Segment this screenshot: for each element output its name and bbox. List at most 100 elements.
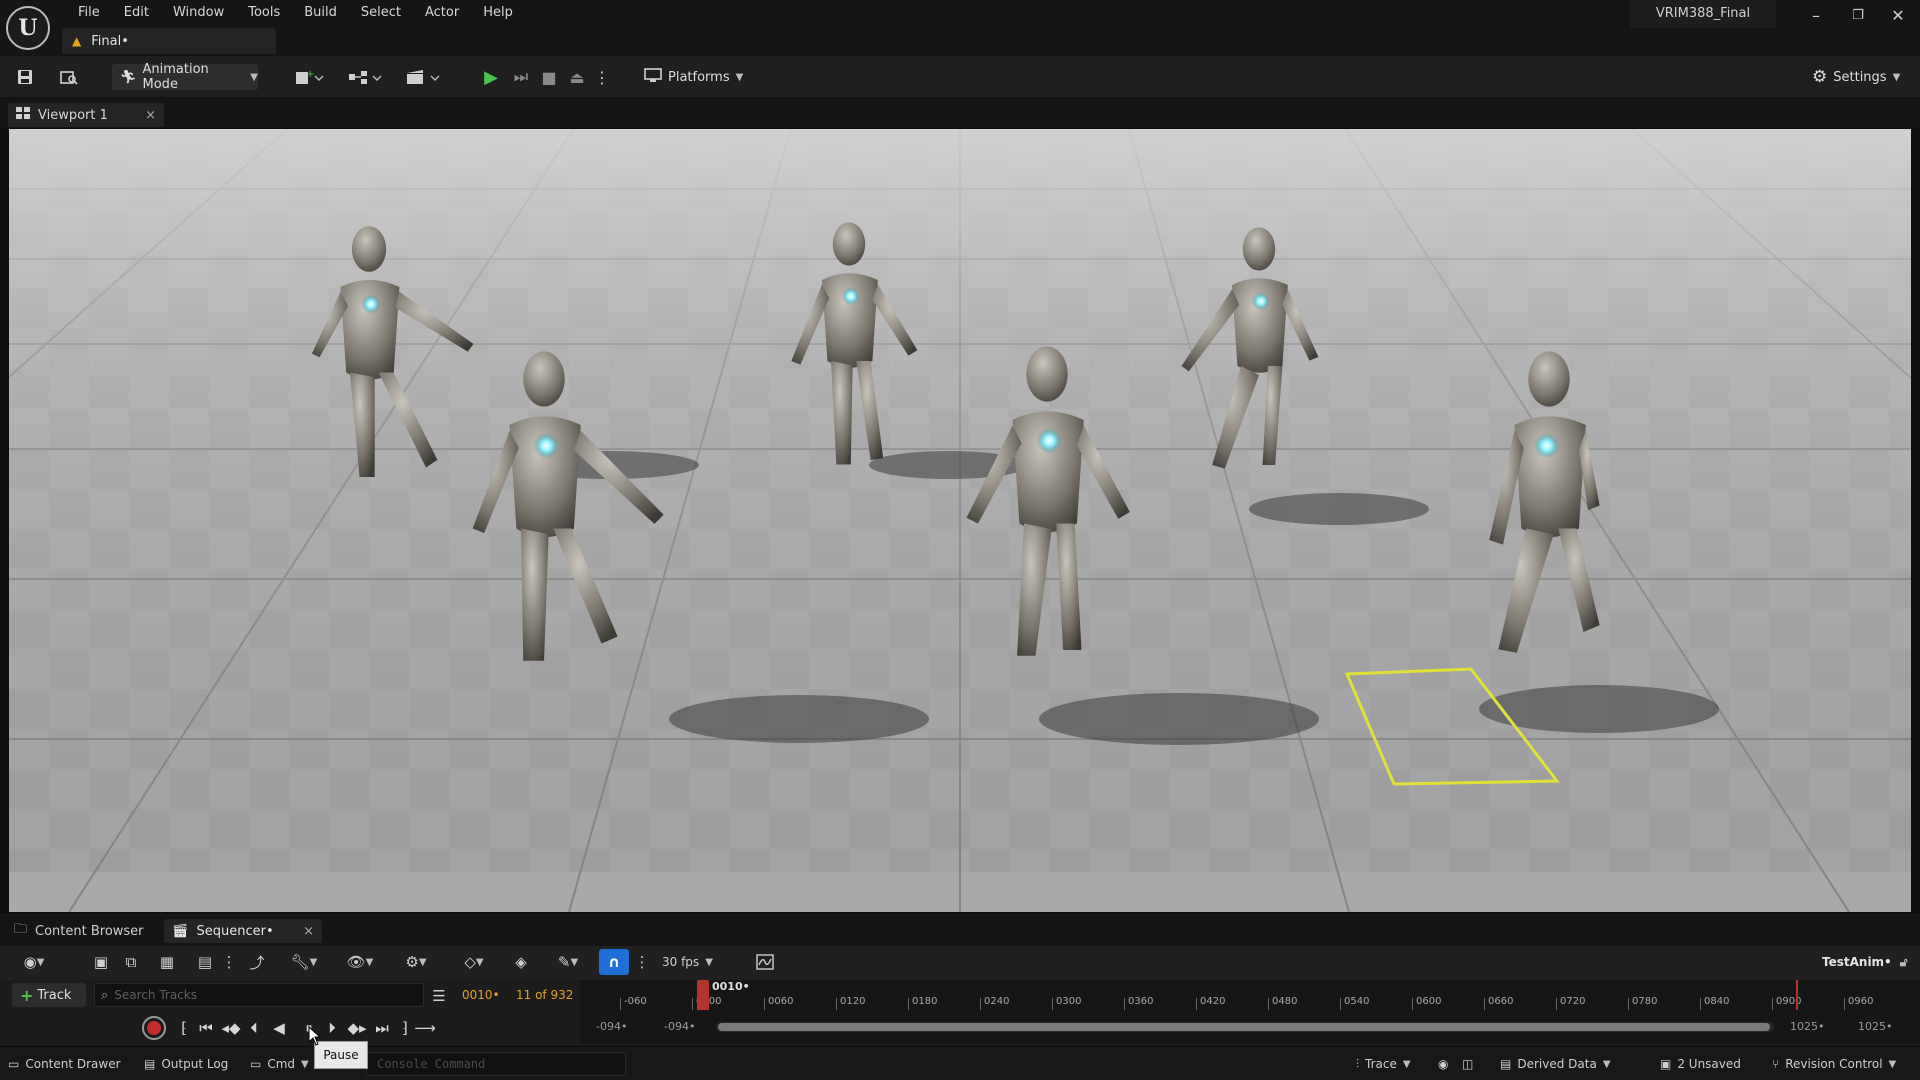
derived-data-dropdown[interactable]: ▤ Derived Data ▼ [1500,1052,1611,1076]
eye-icon[interactable]: 👁︎ ▼ [340,950,380,974]
console-command-input[interactable] [377,1053,617,1075]
output-log-button[interactable]: ▤ Output Log [144,1052,228,1076]
view-range-end[interactable]: 1025• [1790,1020,1824,1033]
content-drawer-button[interactable]: ▭ Content Drawer [8,1052,121,1076]
more-options-icon[interactable]: ⋮ [594,66,610,88]
render-movie-icon[interactable]: ▦ [156,950,178,974]
save-sequence-icon[interactable]: ▣ [90,950,112,974]
ruler-tick-mark [1844,998,1845,1010]
timeline-scrollbar-thumb[interactable] [718,1023,1770,1031]
unsaved-label: 2 Unsaved [1677,1057,1741,1071]
drawer-icon: ▭ [8,1057,20,1071]
platforms-dropdown[interactable]: Platforms ▼ [644,64,744,90]
range-end[interactable]: 1025• [1858,1020,1892,1033]
ruler-tick-mark [1772,998,1773,1010]
pen-icon[interactable]: ✎ ▼ [548,950,588,974]
play-reverse-icon[interactable]: ◀ [270,1016,288,1040]
menu-tools[interactable]: Tools [236,3,292,23]
close-button[interactable]: ✕ [1876,0,1920,32]
snap-toggle[interactable]: ∩ [599,949,629,975]
previous-key-icon[interactable]: ◂◆ [220,1016,242,1040]
step-forward-icon[interactable]: ⏵ [324,1016,340,1040]
tab-content-browser[interactable]: 🗀 Content Browser [6,919,158,943]
playback-options-icon[interactable]: ⚙ ▼ [396,950,436,974]
unreal-logo-icon[interactable]: U [6,6,50,50]
ruler-tick-label: 0720 [1560,996,1586,1007]
loop-icon[interactable]: ⟶ [414,1016,436,1040]
curve-editor-icon[interactable]: ⤴ [246,950,268,974]
menu-help[interactable]: Help [471,3,525,23]
lock-icon[interactable]: 🔓︎ [1900,955,1908,970]
level-viewport[interactable] [9,129,1911,912]
jump-to-start-icon[interactable]: ⏮ [196,1016,216,1040]
settings-dropdown[interactable]: ⚙ Settings ▼ [1812,64,1912,90]
ruler-tick-mark [1628,998,1629,1010]
play-icon[interactable]: ▶ [480,66,502,88]
current-frame[interactable]: 0010• [462,988,500,1002]
world-icon[interactable]: ◉ ▼ [14,950,54,974]
playhead-label: 0010• [712,980,750,993]
menu-select[interactable]: Select [349,3,413,23]
fps-dropdown[interactable]: 30 fps ▼ [662,950,713,974]
search-tracks-input[interactable] [114,988,405,1002]
filter-icon[interactable]: ☰ [428,984,450,1008]
transport-controls [0,1010,580,1046]
chevron-down-icon: ▼ [250,71,258,83]
menu-window[interactable]: Window [161,3,236,23]
step-forward-icon[interactable]: ⏭ [510,66,532,88]
set-start-icon[interactable]: ⁅ [176,1016,192,1040]
sequence-name[interactable]: TestAnim• 🔓︎ [1822,950,1908,974]
end-marker[interactable] [1796,980,1798,1010]
more-options-icon[interactable]: ⋮ [635,950,650,974]
menu-edit[interactable]: Edit [112,3,161,23]
record-status-icon[interactable]: ◉ [1438,1052,1448,1076]
playhead[interactable] [697,980,709,1010]
save-icon[interactable] [14,66,36,88]
time-ruler[interactable]: -060000000600120018002400300036004200480… [580,996,1905,1012]
close-icon[interactable]: × [145,108,156,123]
next-key-icon[interactable]: ◆▸ [346,1016,368,1040]
maximize-button[interactable]: ❐ [1836,0,1880,32]
menu-actor[interactable]: Actor [413,3,471,23]
menu-file[interactable]: File [66,3,112,23]
add-track-button[interactable]: + Track [12,983,86,1007]
ruler-tick-mark [980,998,981,1010]
cmd-dropdown[interactable]: ▭ Cmd ▼ [250,1052,309,1076]
minimize-button[interactable]: – [1794,0,1838,32]
chevron-down-icon: ▼ [705,956,713,968]
range-start[interactable]: -094• [596,1020,627,1033]
stop-icon[interactable]: ■ [538,66,560,88]
step-back-icon[interactable]: ⏴ [246,1016,262,1040]
revision-control-dropdown[interactable]: ⑂ Revision Control ▼ [1772,1052,1896,1076]
chevron-down-icon: ▼ [1888,1058,1897,1070]
view-range-start[interactable]: -094• [664,1020,695,1033]
add-actor-icon[interactable]: + [292,66,328,88]
browse-icon[interactable] [58,66,80,88]
key-auto-icon[interactable]: ◈ [510,950,532,974]
record-button[interactable] [142,1016,166,1040]
find-in-browser-icon[interactable]: ⧉ [120,950,142,974]
unsaved-button[interactable]: ▣ 2 Unsaved [1660,1052,1741,1076]
wrench-icon[interactable]: 🔧︎ ▼ [284,950,324,974]
jump-to-end-icon[interactable]: ⏭ [372,1016,392,1040]
eject-icon[interactable]: ⏏ [566,66,588,88]
close-icon[interactable]: × [303,924,314,939]
screenshot-icon[interactable]: ◫ [1462,1052,1473,1076]
menu-build[interactable]: Build [292,3,349,23]
mode-dropdown[interactable]: 🏃︎ Animation Mode ▼ [112,62,258,92]
set-end-icon[interactable]: ⁆ [398,1016,412,1040]
tab-sequencer[interactable]: 🎬︎ Sequencer• × [164,919,322,943]
document-tab[interactable]: ▲ Final• [62,28,276,54]
viewport-tab[interactable]: Viewport 1 × [8,103,164,127]
curve-graph-icon[interactable] [754,950,776,974]
search-tracks[interactable]: ⌕ [94,983,424,1007]
add-track-label: Track [37,987,72,1003]
clapper-board-icon[interactable]: ▤ [194,950,216,974]
blueprint-icon[interactable] [346,66,386,88]
console-command-field[interactable] [366,1052,626,1076]
key-diamond-icon[interactable]: ◇ ▼ [454,950,494,974]
ruler-tick-label: 0360 [1128,996,1154,1007]
trace-dropdown[interactable]: ⫶ Trace ▼ [1356,1052,1411,1076]
cinematics-icon[interactable] [404,66,444,88]
more-options-icon[interactable]: ⋮ [222,950,237,974]
